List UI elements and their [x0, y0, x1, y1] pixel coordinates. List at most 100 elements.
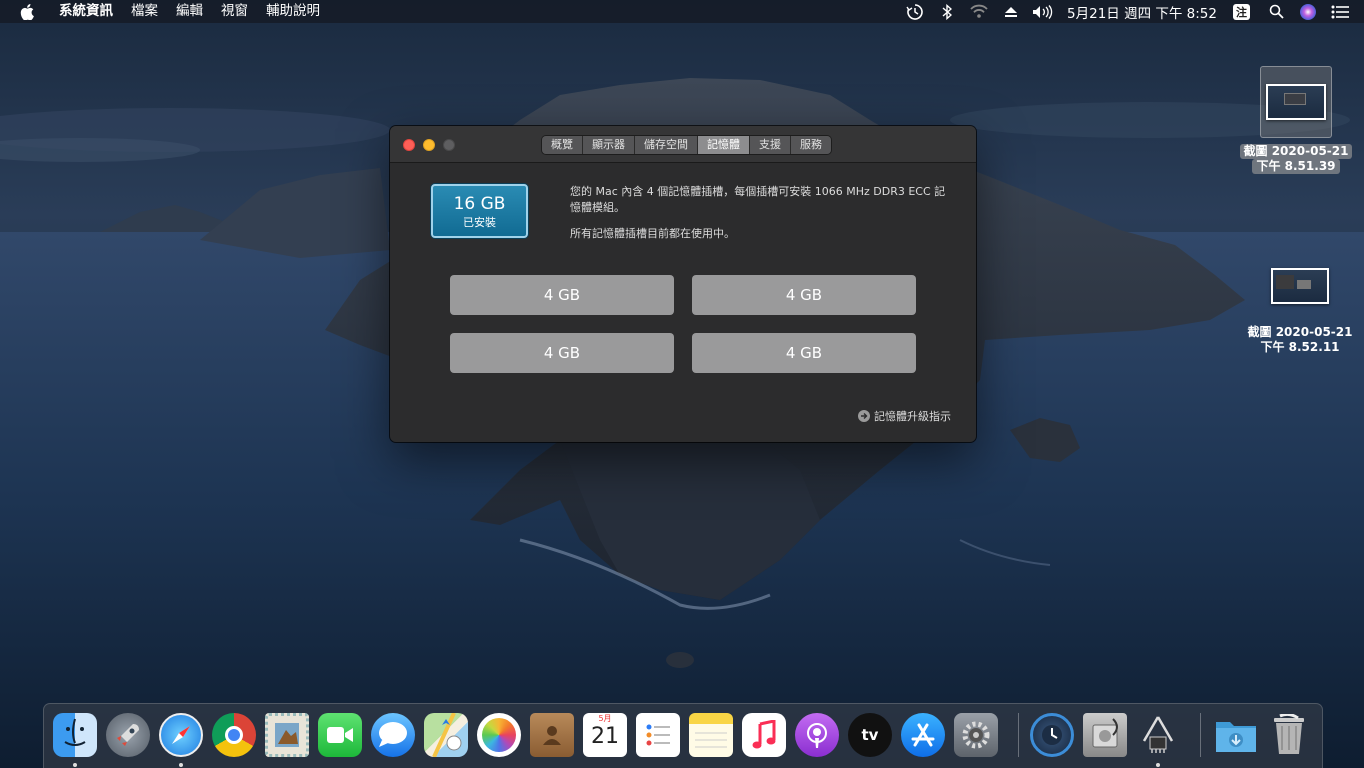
dock-mail[interactable]	[264, 712, 310, 758]
dock-messages[interactable]	[370, 712, 416, 758]
dock-photos[interactable]	[476, 712, 522, 758]
tab-displays[interactable]: 顯示器	[583, 136, 635, 154]
app-store-icon	[901, 713, 945, 757]
tab-storage[interactable]: 儲存空間	[635, 136, 698, 154]
dock-system-information[interactable]	[1135, 712, 1181, 767]
desktop-screenshot-file[interactable]: 截圖 2020-05-21 下午 8.51.39	[1233, 66, 1359, 174]
dock-calendar[interactable]: 5月 21	[582, 712, 628, 758]
zoom-window-button	[443, 139, 455, 151]
file-name-line1: 截圖 2020-05-21	[1247, 325, 1353, 339]
dock-apple-tv[interactable]: tv	[847, 712, 893, 758]
dock-notes[interactable]	[688, 712, 734, 758]
menu-window[interactable]: 視窗	[212, 0, 257, 23]
menu-bar: 系統資訊 檔案 編輯 視窗 輔助說明 5月21日 週四 下午 8:52 注	[0, 0, 1364, 23]
maps-icon	[424, 713, 468, 757]
close-window-button[interactable]	[403, 139, 415, 151]
calendar-month: 5月	[598, 714, 612, 723]
memory-panel: 16 GB 已安裝 您的 Mac 內含 4 個記憶體插槽，每個插槽可安裝 106…	[390, 163, 976, 441]
gear-icon	[954, 713, 998, 757]
running-indicator	[179, 763, 183, 767]
dock-music[interactable]	[741, 712, 787, 758]
minimize-window-button[interactable]	[423, 139, 435, 151]
memory-slots-description: 您的 Mac 內含 4 個記憶體插槽，每個插槽可安裝 1066 MHz DDR3…	[570, 185, 946, 214]
system-information-chip-icon	[1136, 713, 1180, 757]
disk-utility-stethoscope-icon	[1083, 713, 1127, 757]
podcasts-icon	[795, 713, 839, 757]
dock: 5月 21 tv	[43, 703, 1323, 768]
menu-edit[interactable]: 編輯	[167, 0, 212, 23]
trash-icon	[1267, 713, 1311, 757]
screenshot-thumbnail	[1260, 66, 1332, 138]
music-note-icon	[742, 713, 786, 757]
dock-separator	[1200, 713, 1201, 757]
desktop-screenshot-file[interactable]: 截圖 2020-05-21 下午 8.52.11	[1237, 266, 1363, 355]
dock-podcasts[interactable]	[794, 712, 840, 758]
memory-slot-4: 4 GB	[692, 333, 916, 373]
dock-launchpad[interactable]	[105, 712, 151, 758]
file-name-line2: 下午 8.52.11	[1260, 340, 1340, 354]
arrow-right-circle-icon	[858, 410, 870, 422]
apple-menu-icon[interactable]	[18, 3, 36, 21]
photos-flower-icon	[477, 713, 521, 757]
dock-finder[interactable]	[52, 712, 98, 767]
memory-upgrade-instructions-label: 記憶體升級指示	[874, 410, 951, 423]
memory-upgrade-instructions-link[interactable]: 記憶體升級指示	[858, 408, 951, 424]
file-name-line1: 截圖 2020-05-21	[1239, 144, 1353, 159]
dock-facetime[interactable]	[317, 712, 363, 758]
tab-service[interactable]: 服務	[791, 136, 831, 154]
messages-icon	[371, 713, 415, 757]
tab-memory[interactable]: 記憶體	[698, 136, 750, 154]
screenshot-thumbnail	[1270, 266, 1330, 306]
eject-icon[interactable]	[995, 0, 1027, 23]
tab-overview[interactable]: 概覽	[542, 136, 583, 154]
dock-contacts[interactable]	[529, 712, 575, 758]
spotlight-search-icon[interactable]	[1260, 0, 1292, 23]
installed-memory-size: 16 GB	[453, 194, 506, 214]
installed-memory-label: 已安裝	[463, 216, 496, 229]
dock-reminders[interactable]	[635, 712, 681, 758]
launchpad-rocket-icon	[106, 713, 150, 757]
memory-slot-2: 4 GB	[692, 275, 916, 315]
dock-time-machine[interactable]	[1029, 712, 1075, 758]
dock-maps[interactable]	[423, 712, 469, 758]
system-information-window: 概覽 顯示器 儲存空間 記憶體 支援 服務 16 GB 已安裝 您的 Mac 內…	[390, 126, 976, 442]
notification-center-icon[interactable]	[1324, 0, 1356, 23]
downloads-folder-icon	[1214, 713, 1258, 757]
notes-icon	[689, 713, 733, 757]
safari-compass-icon	[159, 713, 203, 757]
facetime-icon	[318, 713, 362, 757]
apple-tv-icon: tv	[848, 713, 892, 757]
dock-separator	[1018, 713, 1019, 757]
dock-downloads-folder[interactable]	[1213, 712, 1259, 758]
time-machine-status-icon[interactable]	[899, 0, 931, 23]
bluetooth-icon[interactable]	[931, 0, 963, 23]
memory-slot-3: 4 GB	[450, 333, 674, 373]
mail-stamp-icon	[265, 713, 309, 757]
menu-file[interactable]: 檔案	[122, 0, 167, 23]
volume-icon[interactable]	[1027, 0, 1059, 23]
memory-slots-status: 所有記憶體插槽目前都在使用中。	[570, 227, 735, 240]
dock-disk-utility[interactable]	[1082, 712, 1128, 758]
calendar-icon: 5月 21	[583, 713, 627, 757]
window-titlebar[interactable]: 概覽 顯示器 儲存空間 記憶體 支援 服務	[390, 126, 976, 163]
menu-help[interactable]: 輔助說明	[257, 0, 329, 23]
calendar-day: 21	[591, 724, 619, 749]
file-name-line2: 下午 8.51.39	[1252, 159, 1340, 174]
dock-trash[interactable]	[1266, 712, 1312, 758]
installed-memory-badge: 16 GB 已安裝	[431, 184, 528, 238]
running-indicator	[73, 763, 77, 767]
wifi-icon[interactable]	[963, 0, 995, 23]
dock-safari[interactable]	[158, 712, 204, 767]
dock-system-preferences[interactable]	[953, 712, 999, 758]
siri-icon[interactable]	[1292, 0, 1324, 23]
tab-support[interactable]: 支援	[750, 136, 791, 154]
dock-app-store[interactable]	[900, 712, 946, 758]
reminders-list-icon	[636, 713, 680, 757]
segmented-tab-bar: 概覽 顯示器 儲存空間 記憶體 支援 服務	[542, 136, 831, 154]
input-method-indicator[interactable]: 注	[1233, 3, 1250, 20]
running-indicator	[1156, 763, 1160, 767]
menu-clock[interactable]: 5月21日 週四 下午 8:52	[1059, 2, 1229, 22]
memory-slot-1: 4 GB	[450, 275, 674, 315]
dock-chrome[interactable]	[211, 712, 257, 758]
menu-app-name[interactable]: 系統資訊	[50, 0, 122, 23]
